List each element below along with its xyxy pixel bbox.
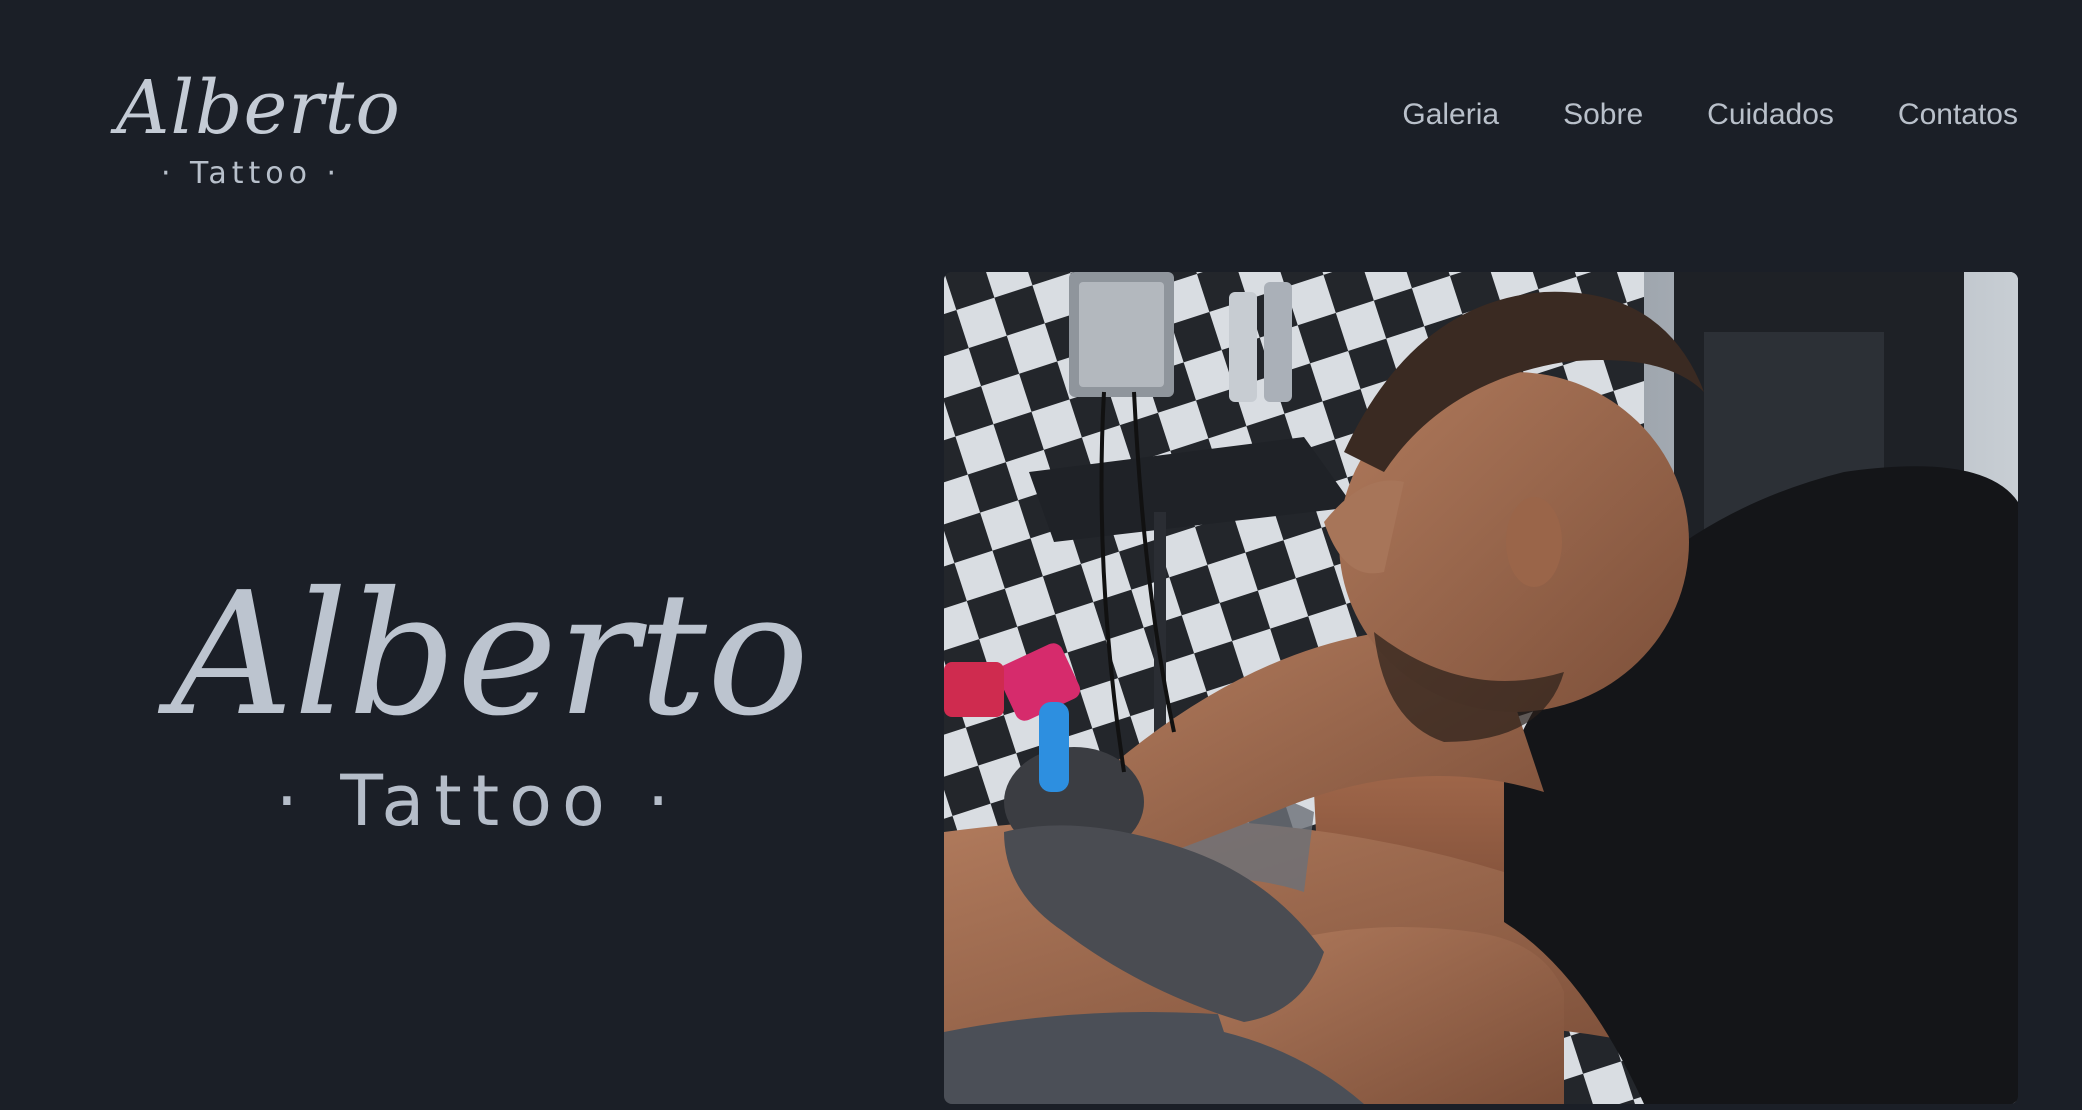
- header-logo[interactable]: Alberto · Tattoo ·: [106, 66, 411, 196]
- header-logo-script: Alberto: [116, 65, 401, 151]
- hero-logo: Alberto · Tattoo ·: [150, 560, 830, 860]
- tattoo-artist-photo: [944, 272, 2018, 1104]
- nav-sobre[interactable]: Sobre: [1563, 98, 1643, 132]
- nav-cuidados[interactable]: Cuidados: [1707, 98, 1834, 132]
- nav-galeria[interactable]: Galeria: [1402, 98, 1499, 132]
- hero-logo-subtitle: · Tattoo ·: [275, 760, 680, 842]
- nav-contatos[interactable]: Contatos: [1898, 98, 2018, 132]
- hero-photo: [944, 272, 2018, 1104]
- hero-logo-script: Alberto: [170, 556, 810, 754]
- main-nav: Galeria Sobre Cuidados Contatos: [1402, 98, 2018, 132]
- header-logo-subtitle: · Tattoo ·: [160, 156, 342, 191]
